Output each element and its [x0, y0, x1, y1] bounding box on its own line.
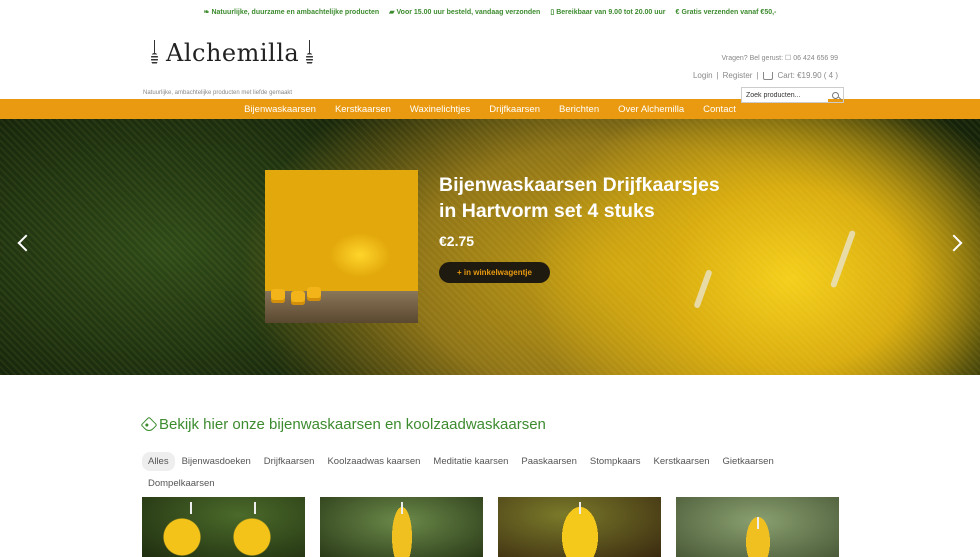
nav-item-over-alchemilla[interactable]: Over Alchemilla	[609, 104, 694, 115]
account-area: Vragen? Bel gerust: ☐ 06 424 656 99 Logi…	[693, 54, 838, 80]
brand-name: Alchemilla	[166, 39, 300, 67]
category-filters: Alles Bijenwasdoeken Drijfkaarsen Koolza…	[142, 452, 842, 493]
nav-item-bijenwaskaarsen[interactable]: Bijenwaskaarsen	[235, 104, 326, 115]
filter-alles[interactable]: Alles	[142, 452, 175, 471]
filter-koolzaadwas-kaarsen[interactable]: Koolzaadwas kaarsen	[321, 452, 426, 471]
hero-title[interactable]: Bijenwaskaarsen Drijfkaarsjes in Hartvor…	[439, 172, 759, 224]
usp-item: ▯ Bereikbaar van 9.00 tot 20.00 uur	[550, 8, 666, 17]
separator: |	[756, 71, 759, 80]
filter-bijenwasdoeken[interactable]: Bijenwasdoeken	[176, 452, 257, 471]
candle-shape	[271, 289, 285, 303]
product-grid	[142, 497, 839, 557]
hero-price: €2.75	[439, 233, 475, 249]
filter-meditatie-kaarsen[interactable]: Meditatie kaarsen	[427, 452, 514, 471]
search-icon	[831, 91, 839, 99]
wick	[190, 502, 192, 514]
filter-gietkaarsen[interactable]: Gietkaarsen	[717, 452, 780, 471]
usp-item: € Gratis verzenden vanaf €50,-	[675, 8, 777, 16]
hero-text: Bijenwaskaarsen Drijfkaarsjes in Hartvor…	[439, 172, 759, 283]
filter-stompkaars[interactable]: Stompkaars	[584, 452, 647, 471]
filter-dompelkaarsen[interactable]: Dompelkaarsen	[142, 474, 221, 493]
cart-link[interactable]: Cart: €19.90 ( 4 )	[778, 71, 838, 80]
wick	[579, 502, 581, 514]
nav-item-kerstkaarsen[interactable]: Kerstkaarsen	[325, 104, 400, 115]
site-header: Alchemilla Natuurlijke, ambachtelijke pr…	[0, 24, 980, 103]
nav-item-contact[interactable]: Contact	[694, 104, 746, 115]
filter-kerstkaarsen[interactable]: Kerstkaarsen	[648, 452, 716, 471]
usp-item: ▰ Voor 15.00 uur besteld, vandaag verzond…	[389, 8, 541, 17]
search-box	[741, 87, 844, 103]
candle-shape	[291, 291, 305, 305]
candle-shape	[307, 287, 321, 301]
filter-drijfkaarsen[interactable]: Drijfkaarsen	[258, 452, 321, 471]
product-card-image[interactable]	[320, 497, 483, 557]
site-logo[interactable]: Alchemilla	[150, 40, 315, 66]
search-button[interactable]	[828, 88, 842, 102]
hero-slider: Bijenwaskaarsen Drijfkaarsjes in Hartvor…	[0, 119, 980, 375]
product-card-image[interactable]	[498, 497, 661, 557]
add-to-cart-button[interactable]: + in winkelwagentje	[439, 262, 550, 283]
wood-plank	[265, 291, 418, 323]
wick	[254, 502, 256, 514]
usp-bar: ❧ Natuurlijke, duurzame en ambachtelijke …	[0, 0, 980, 24]
truck-icon: ▰	[389, 9, 395, 16]
nav-item-waxinelichtjes[interactable]: Waxinelichtjes	[400, 104, 479, 115]
wick	[757, 517, 759, 529]
product-card-image[interactable]	[676, 497, 839, 557]
section-title: Bekijk hier onze bijenwaskaarsen en kool…	[140, 416, 546, 433]
honey-dipper-icon	[150, 40, 160, 66]
brand-tagline: Natuurlijke, ambachtelijke producten met…	[143, 90, 293, 96]
cart-icon[interactable]	[762, 71, 773, 80]
login-link[interactable]: Login	[693, 71, 713, 80]
separator: |	[716, 71, 719, 80]
nav-item-berichten[interactable]: Berichten	[549, 104, 608, 115]
hero-product-image[interactable]	[265, 170, 418, 323]
phone-info: Vragen? Bel gerust: ☐ 06 424 656 99	[721, 55, 838, 62]
filter-paaskaarsen[interactable]: Paaskaarsen	[515, 452, 582, 471]
nav-item-drijfkaarsen[interactable]: Drijfkaarsen	[480, 104, 550, 115]
tag-icon	[140, 416, 158, 433]
account-links: Login | Register | Cart: €19.90 ( 4 )	[693, 71, 838, 80]
usp-item: ❧ Natuurlijke, duurzame en ambachtelijke …	[203, 8, 380, 17]
wick	[401, 502, 403, 514]
search-input[interactable]	[742, 88, 828, 102]
honey-dipper-icon	[305, 40, 315, 66]
phone-icon: ▯	[550, 9, 555, 16]
register-link[interactable]: Register	[723, 71, 753, 80]
product-card-image[interactable]	[142, 497, 305, 557]
leaf-icon: ❧	[203, 9, 210, 16]
euro-icon: €	[675, 8, 680, 16]
